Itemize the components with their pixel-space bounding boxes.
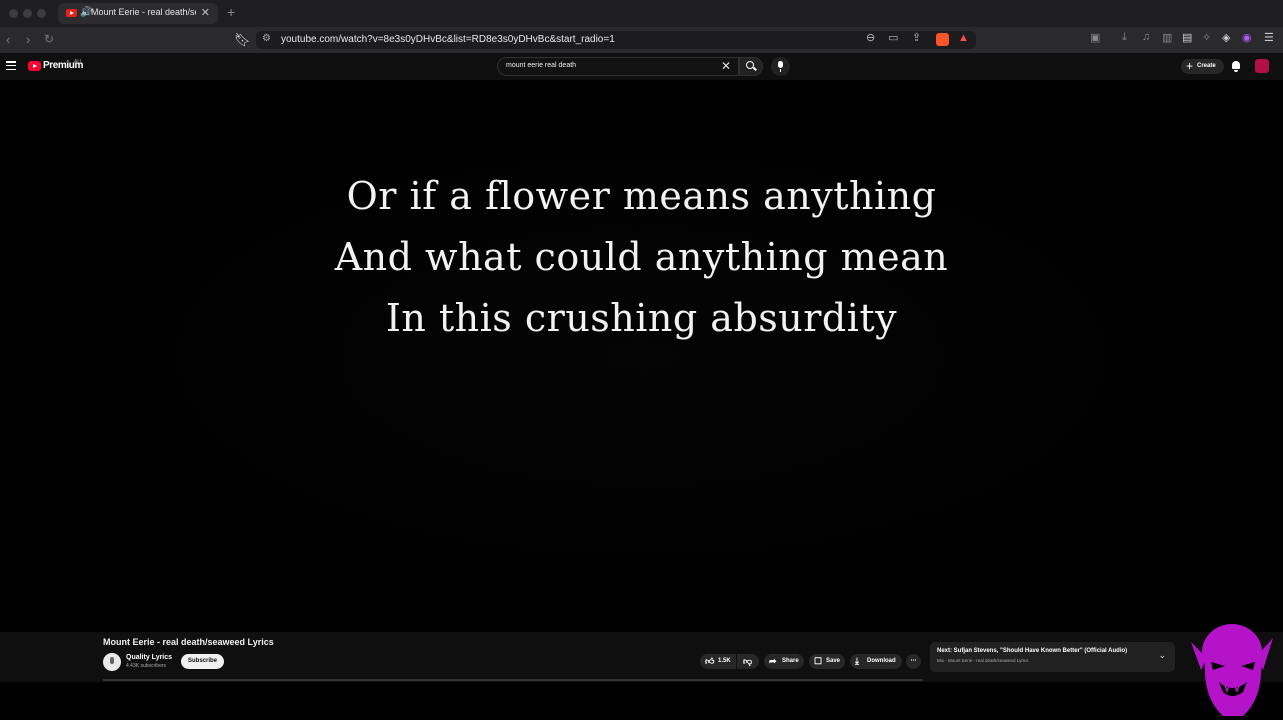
- chevron-down-icon[interactable]: ⌄: [1158, 650, 1166, 661]
- channel-avatar[interactable]: [103, 653, 121, 671]
- browser-tab-strip: 🔊 Mount Eerie - real death/seaweed Lyric…: [0, 0, 1283, 27]
- voice-search-icon[interactable]: [771, 57, 790, 76]
- video-player[interactable]: Or if a flower means anything And what c…: [0, 80, 1283, 632]
- back-icon[interactable]: ‹: [6, 32, 10, 47]
- page-bottom: [0, 682, 1283, 720]
- download-arrow-icon: ⤓: [855, 656, 859, 666]
- search-icon: [746, 61, 754, 69]
- tab-title: Mount Eerie - real death/seaweed Lyrics …: [91, 7, 196, 17]
- up-next-mix: Mix - Mount Eerie - real death/seaweed L…: [937, 658, 1029, 663]
- save-playlist-icon: ☐: [814, 656, 823, 666]
- browser-tab-active[interactable]: 🔊 Mount Eerie - real death/seaweed Lyric…: [58, 3, 218, 24]
- tab-close-icon[interactable]: ✕: [201, 6, 210, 19]
- share-arrow-icon: ➦: [769, 656, 777, 666]
- lyrics-overlay: Or if a flower means anything And what c…: [0, 166, 1283, 349]
- save-label: Save: [826, 658, 841, 664]
- subscribe-button[interactable]: Subscribe: [181, 654, 224, 669]
- thumbs-up-icon: 👍︎: [705, 656, 715, 666]
- save-button[interactable]: ☐ Save: [809, 654, 845, 669]
- like-count: 1.5K: [718, 658, 731, 664]
- share-icon[interactable]: ⇪: [912, 31, 921, 44]
- thumbs-down-icon: 👎︎: [743, 656, 753, 666]
- site-settings-icon[interactable]: ⚙: [262, 33, 271, 44]
- zoom-icon[interactable]: ⊖: [866, 31, 875, 44]
- up-next-title[interactable]: Next: Sufjan Stevens, "Should Have Known…: [937, 648, 1127, 654]
- lyric-line: And what could anything mean: [334, 235, 949, 279]
- more-actions-icon[interactable]: ⋯: [906, 654, 921, 669]
- bookmark-icon[interactable]: 🔖︎: [234, 32, 251, 48]
- search-button[interactable]: [739, 57, 763, 76]
- vpn-icon[interactable]: ◈: [1222, 31, 1230, 44]
- like-button[interactable]: 👍︎ 1.5K: [700, 654, 736, 669]
- youtube-favicon-icon: [66, 9, 77, 17]
- menu-icon[interactable]: ☰: [1264, 31, 1274, 44]
- video-title: Mount Eerie - real death/seaweed Lyrics: [103, 637, 274, 647]
- profile-icon[interactable]: ◉: [1242, 31, 1252, 44]
- share-label: Share: [782, 658, 799, 664]
- account-avatar[interactable]: [1255, 59, 1269, 73]
- browser-toolbar: ‹ › ↻ 🔖︎ ⚙ youtube.com/watch?v=8e3s0yDHv…: [0, 27, 1283, 53]
- url-text[interactable]: youtube.com/watch?v=8e3s0yDHvBc&list=RD8…: [281, 34, 615, 45]
- window-minimize-button[interactable]: [23, 9, 32, 18]
- notifications-bell-icon[interactable]: [1231, 60, 1241, 72]
- new-tab-icon[interactable]: +: [227, 4, 235, 20]
- video-info-bar: Mount Eerie - real death/seaweed Lyrics …: [0, 632, 1283, 682]
- lyric-line: In this crushing absurdity: [385, 296, 898, 340]
- up-next-panel[interactable]: Next: Sufjan Stevens, "Should Have Known…: [930, 642, 1175, 672]
- clear-search-icon[interactable]: ✕: [721, 59, 731, 73]
- youtube-logo-icon[interactable]: [28, 61, 41, 71]
- demon-mascot-icon: [1191, 624, 1273, 716]
- youtube-masthead: Premium AU mount eerie real death ✕ + Cr…: [0, 53, 1283, 80]
- media-icon[interactable]: ♫: [1142, 31, 1150, 43]
- leo-icon[interactable]: ✧: [1202, 31, 1211, 44]
- rewards-icon[interactable]: ▲: [958, 32, 971, 45]
- download-button[interactable]: ⤓ Download: [850, 654, 902, 669]
- download-label: Download: [867, 658, 896, 664]
- search-query[interactable]: mount eerie real death: [506, 62, 576, 69]
- window-close-button[interactable]: [9, 9, 18, 18]
- forward-icon[interactable]: ›: [26, 32, 30, 47]
- create-label: Create: [1197, 63, 1216, 69]
- guide-menu-icon[interactable]: [6, 61, 16, 71]
- wallet-icon[interactable]: ▤: [1182, 31, 1192, 44]
- brave-shield-icon[interactable]: [936, 33, 949, 46]
- dislike-button[interactable]: 👎︎: [737, 654, 759, 669]
- download-icon[interactable]: ⤓: [1122, 31, 1127, 44]
- window-zoom-button[interactable]: [37, 9, 46, 18]
- subscriber-count: 4.43K subscribers: [126, 663, 167, 669]
- share-button[interactable]: ➦ Share: [764, 654, 804, 669]
- search-input[interactable]: mount eerie real death ✕: [497, 57, 739, 76]
- channel-name[interactable]: Quality Lyrics: [126, 654, 172, 661]
- lyric-line: Or if a flower means anything: [346, 174, 937, 218]
- logo-country-code: AU: [74, 59, 81, 65]
- create-button[interactable]: + Create: [1181, 59, 1224, 74]
- cast-icon[interactable]: ▭: [888, 31, 898, 44]
- sidebar-icon[interactable]: ▥: [1162, 31, 1172, 44]
- reader-icon[interactable]: ▣: [1090, 31, 1100, 44]
- plus-icon: +: [1186, 59, 1194, 73]
- progress-bar[interactable]: [103, 679, 923, 681]
- reload-icon[interactable]: ↻: [44, 32, 54, 46]
